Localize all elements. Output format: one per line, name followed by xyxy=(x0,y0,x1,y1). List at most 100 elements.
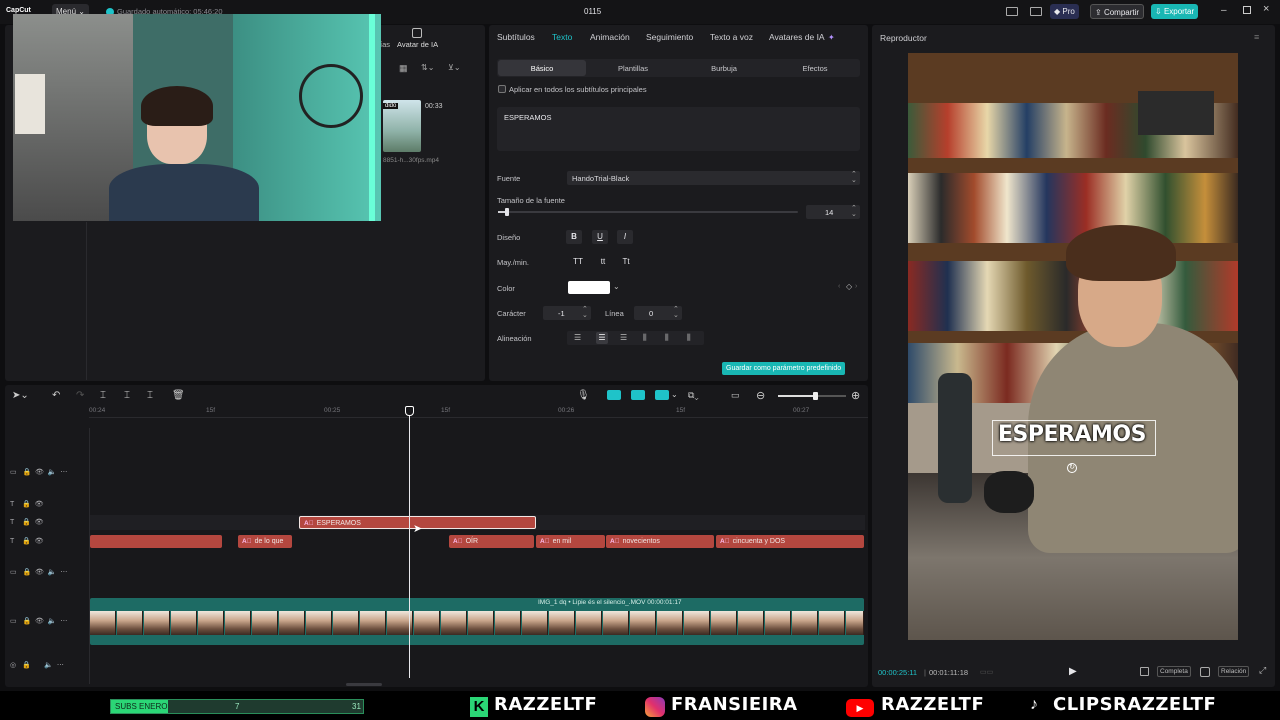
trim-right-icon[interactable]: ⌶ xyxy=(147,390,153,401)
underline-button[interactable]: U xyxy=(592,230,608,244)
player-time-separator: | xyxy=(924,668,926,677)
keyframe-prev-icon[interactable]: ‹ xyxy=(838,283,840,290)
video-thumbnail-frame xyxy=(90,611,116,635)
zoom-out-icon[interactable]: ⊖ xyxy=(756,389,765,402)
player-menu-icon[interactable]: ≡ xyxy=(1254,32,1259,42)
line-spacing-stepper-icon[interactable]: ⌃ ⌄ xyxy=(673,306,679,319)
font-size-stepper-icon[interactable]: ⌃ ⌄ xyxy=(851,205,857,218)
media-tab-partial[interactable]: ías xyxy=(380,40,390,49)
shortcut-icon[interactable] xyxy=(1030,7,1042,16)
case-upper-button[interactable]: TT xyxy=(569,255,587,269)
trim-left-icon[interactable]: ⌶ xyxy=(124,390,130,401)
subtab-effects[interactable]: Efectos xyxy=(771,63,859,74)
color-dropdown-icon[interactable]: ⌄ xyxy=(613,282,620,291)
preview-axis-icon[interactable] xyxy=(655,390,669,400)
pro-label: Pro xyxy=(1062,7,1075,16)
subtitle-clip-4[interactable]: A⃝ novecientos xyxy=(606,535,714,548)
subtitle-clip-2[interactable]: A⃝ OÍR xyxy=(449,535,534,548)
video-thumbnail-frame xyxy=(117,611,143,635)
player-current-time: 00:00:25:11 xyxy=(878,668,918,677)
video-thumbnail-frame xyxy=(603,611,629,635)
playhead-handle[interactable] xyxy=(405,406,414,416)
crop-icon[interactable] xyxy=(1140,667,1149,676)
sort-icon[interactable]: ⇅⌄ xyxy=(421,63,434,72)
fullscreen-icon[interactable]: ⤢ xyxy=(1259,665,1266,676)
font-size-slider[interactable] xyxy=(498,208,798,216)
export-button[interactable]: ⇩ Exportar xyxy=(1151,4,1199,19)
tab-tts[interactable]: Texto a voz xyxy=(710,32,753,42)
book-cover xyxy=(1138,91,1214,135)
tab-subtitles[interactable]: Subtítulos xyxy=(497,32,535,42)
zoom-in-icon[interactable]: ⊕ xyxy=(851,389,860,402)
ai-avatar-icon[interactable] xyxy=(412,28,422,38)
player-title: Reproductor xyxy=(880,33,927,43)
zoom-slider[interactable] xyxy=(778,392,846,400)
tab-text[interactable]: Texto xyxy=(552,32,572,42)
filter-icon[interactable]: ⊻⌄ xyxy=(448,63,461,72)
bold-button[interactable]: B xyxy=(566,230,582,244)
save-default-button[interactable]: Guardar como parámetro predefinido xyxy=(722,362,846,375)
char-spacing-stepper-icon[interactable]: ⌃ ⌄ xyxy=(582,306,588,319)
subs-goal: 31 xyxy=(352,702,361,711)
subtitle-clip-1[interactable]: A⃝ de lo que xyxy=(238,535,292,548)
ratio-button[interactable]: Relación xyxy=(1218,666,1250,677)
timeline-hscrollbar[interactable] xyxy=(346,683,382,686)
align-vtop-icon[interactable]: ⫼ xyxy=(643,333,647,343)
case-lower-button[interactable]: tt xyxy=(594,255,612,269)
video-preview[interactable]: ESPERAMOS ↻ xyxy=(908,53,1238,640)
align-right-icon[interactable]: ☰ xyxy=(620,333,627,342)
subtitles-icon[interactable]: ▭ xyxy=(731,390,740,401)
axis-dropdown-icon[interactable]: ⌄ xyxy=(671,390,678,399)
rotate-handle-icon[interactable]: ↻ xyxy=(1067,463,1077,473)
split-icon[interactable]: ⌶ xyxy=(100,390,106,401)
play-button[interactable]: ▶ xyxy=(1069,666,1077,677)
zoom-slider-knob[interactable] xyxy=(813,392,818,400)
split-view-icon[interactable]: ⧉⌄ xyxy=(688,390,699,401)
subtab-templates[interactable]: Plantillas xyxy=(589,63,677,74)
subtitle-clip-3[interactable]: A⃝ en mil xyxy=(536,535,605,548)
media-tab-ai-avatar[interactable]: Avatar de IA xyxy=(397,40,438,49)
link-clips-icon[interactable] xyxy=(607,390,621,400)
playhead[interactable] xyxy=(409,408,410,678)
app-logo: CapCut xyxy=(6,7,31,14)
delete-icon[interactable]: 🗑 xyxy=(172,390,185,401)
ruler-tick-6: 00:27 xyxy=(793,407,810,414)
subtab-basic[interactable]: Básico xyxy=(498,63,586,74)
select-tool-icon[interactable]: ➤⌄ xyxy=(12,390,29,401)
case-title-button[interactable]: Tt xyxy=(617,255,635,269)
player-view-icon[interactable]: ▭▭ xyxy=(980,668,993,676)
share-button[interactable]: ⇪ Compartir xyxy=(1090,4,1145,19)
tab-tracking[interactable]: Seguimiento xyxy=(646,32,693,42)
subtitle-clip-5[interactable]: A⃝ cincuenta y DOS xyxy=(716,535,864,548)
keyframe-next-icon[interactable]: › xyxy=(855,283,857,290)
keyframe-icon[interactable]: ◇ xyxy=(846,282,852,291)
maximize-icon[interactable] xyxy=(1243,6,1251,14)
tab-animation[interactable]: Animación xyxy=(590,32,630,42)
apply-all-checkbox[interactable] xyxy=(498,85,506,93)
close-icon[interactable]: × xyxy=(1263,3,1269,15)
align-vbottom-icon[interactable]: ⫼ xyxy=(687,333,691,343)
align-center-icon[interactable]: ☰ xyxy=(596,332,608,344)
align-vcenter-icon[interactable]: ⫼ xyxy=(665,333,669,343)
undo-icon[interactable]: ↶ xyxy=(52,390,60,401)
align-left-icon[interactable]: ☰ xyxy=(574,333,581,342)
snap-icon[interactable] xyxy=(631,390,645,400)
font-size-slider-knob[interactable] xyxy=(505,208,509,216)
grid-view-icon[interactable]: ▦ xyxy=(399,63,408,74)
subtab-bubble[interactable]: Burbuja xyxy=(680,63,768,74)
mic-icon[interactable]: 🎙 xyxy=(577,390,590,401)
subtitle-clip-label: cincuenta y DOS xyxy=(732,538,786,545)
tab-ai-avatars[interactable]: Avatares de IA xyxy=(769,32,825,42)
thumb-filename: 8851-h...30fps.mp4 xyxy=(383,157,440,164)
redo-icon[interactable]: ↷ xyxy=(76,390,84,401)
subtitle-clip-0[interactable] xyxy=(90,535,222,548)
layout-icon[interactable] xyxy=(1006,7,1018,16)
quality-button[interactable]: Completa xyxy=(1157,666,1191,677)
snapshot-icon[interactable] xyxy=(1200,667,1210,677)
minimize-icon[interactable]: – xyxy=(1221,5,1227,16)
italic-button[interactable]: I xyxy=(617,230,633,244)
export-label: Exportar xyxy=(1163,7,1195,16)
video-thumbnail-frame xyxy=(738,611,764,635)
pro-button[interactable]: ◆ Pro xyxy=(1050,4,1079,19)
color-swatch[interactable] xyxy=(568,281,610,294)
